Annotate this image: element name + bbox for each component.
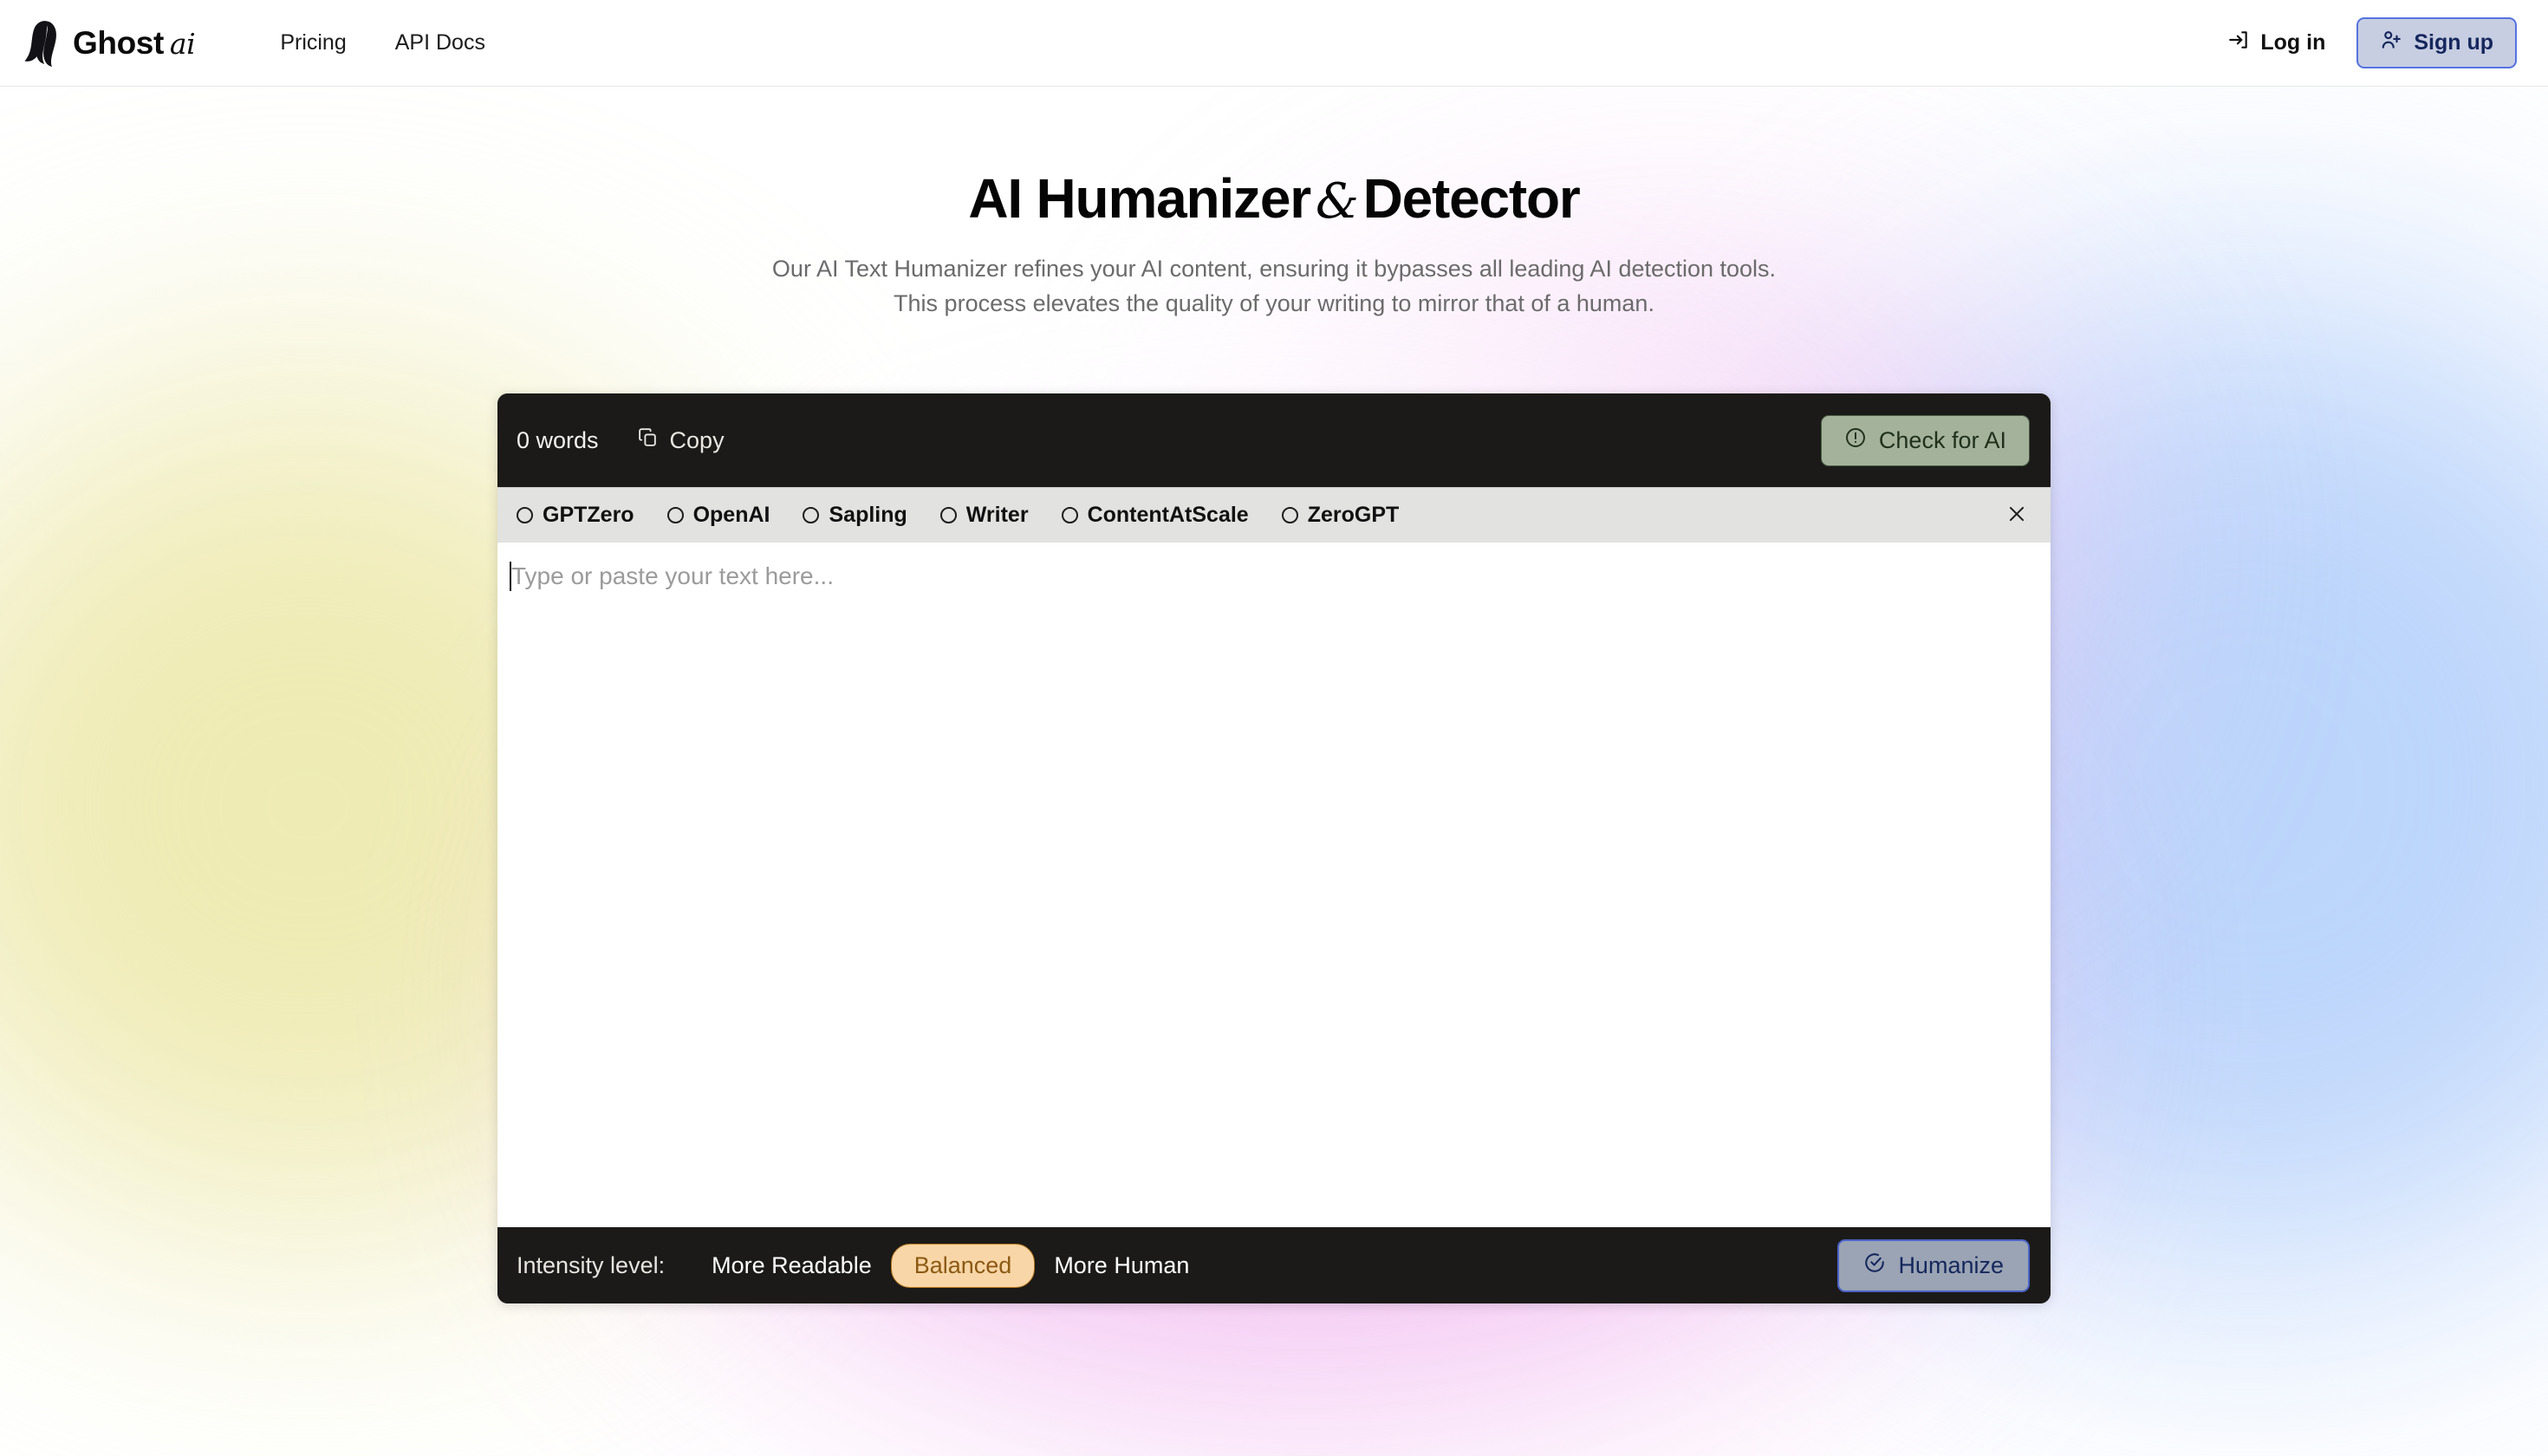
login-arrow-icon — [2227, 29, 2250, 57]
header-actions: Log in Sign up — [2219, 17, 2517, 68]
radio-circle-icon — [517, 507, 533, 524]
intensity-option-balanced[interactable]: Balanced — [890, 1243, 1036, 1288]
word-count: 0 words — [517, 426, 599, 453]
humanize-label: Humanize — [1898, 1251, 2004, 1278]
editor-first-line: Type or paste your text here... — [497, 562, 2051, 592]
detector-openai[interactable]: OpenAI — [666, 503, 770, 528]
nav-item-api-docs[interactable]: API Docs — [371, 22, 510, 64]
detector-label: Writer — [965, 503, 1029, 528]
copy-label: Copy — [669, 426, 725, 453]
intensity-level-label: Intensity level: — [517, 1251, 666, 1278]
page-subtitle-line-1: Our AI Text Humanizer refines your AI co… — [771, 256, 1777, 283]
intensity-option-more-human[interactable]: More Human — [1035, 1244, 1208, 1288]
page-title-part2: Detector — [1362, 167, 1581, 230]
page-title-ampersand: & — [1315, 173, 1359, 230]
editor-card-area: 0 words Copy Check for AI GPTZero OpenAI… — [0, 393, 2548, 1304]
brand-logo-link[interactable]: Ghost ai — [23, 18, 196, 68]
detector-label: Sapling — [829, 503, 907, 528]
main-nav: Pricing API Docs — [256, 22, 510, 64]
user-plus-icon — [2380, 29, 2402, 57]
detector-label: ContentAtScale — [1087, 503, 1249, 528]
radio-circle-icon — [803, 507, 820, 524]
page-title: AI Humanizer &Detector — [0, 167, 2548, 230]
close-detector-row-button[interactable] — [2000, 497, 2033, 533]
text-editor-surface[interactable]: Type or paste your text here... — [497, 543, 2051, 1228]
detector-label: GPTZero — [543, 503, 634, 528]
alert-circle-icon — [1844, 426, 1867, 455]
copy-button[interactable]: Copy — [630, 421, 731, 459]
sign-up-button[interactable]: Sign up — [2356, 17, 2517, 68]
check-for-ai-label: Check for AI — [1878, 426, 2006, 453]
copy-icon — [637, 426, 659, 454]
log-in-label: Log in — [2260, 30, 2326, 55]
detector-label: ZeroGPT — [1307, 503, 1400, 528]
detector-writer[interactable]: Writer — [939, 503, 1029, 528]
detector-gptzero[interactable]: GPTZero — [517, 503, 634, 528]
ghost-icon — [23, 18, 62, 68]
radio-circle-icon — [939, 507, 957, 524]
detector-label: OpenAI — [692, 503, 770, 528]
page-subtitle-line-2: This process elevates the quality of you… — [894, 290, 1654, 317]
brand-name: Ghost ai — [73, 24, 196, 61]
detector-list: GPTZero OpenAI Sapling Writer ContentAtS… — [497, 487, 2051, 543]
close-icon — [2005, 503, 2028, 528]
humanize-button[interactable]: Humanize — [1837, 1238, 2030, 1292]
page-title-part1: AI Humanizer — [968, 167, 1311, 230]
check-circle-icon — [1863, 1251, 1886, 1280]
hero-section: AI Humanizer &Detector Our AI Text Humani… — [0, 87, 2548, 322]
nav-item-pricing[interactable]: Pricing — [256, 22, 370, 64]
detector-sapling[interactable]: Sapling — [803, 503, 907, 528]
radio-circle-icon — [666, 507, 684, 524]
editor-toolbar: 0 words Copy Check for AI — [497, 393, 2051, 488]
detector-contentatscale[interactable]: ContentAtScale — [1061, 503, 1249, 528]
site-header: Ghost ai Pricing API Docs Log in Sign up — [0, 0, 2548, 87]
brand-ai-suffix: ai — [169, 26, 196, 61]
page-subtitle: Our AI Text Humanizer refines your AI co… — [0, 252, 2548, 322]
radio-circle-icon — [1061, 507, 1078, 524]
intensity-option-more-readable[interactable]: More Readable — [692, 1244, 891, 1288]
editor-placeholder: Type or paste your text here... — [511, 562, 834, 590]
detector-zerogpt[interactable]: ZeroGPT — [1281, 503, 1400, 528]
log-in-button[interactable]: Log in — [2219, 22, 2334, 64]
editor-bottom-bar: Intensity level: More Readable Balanced … — [497, 1227, 2051, 1304]
editor-card: 0 words Copy Check for AI GPTZero OpenAI… — [497, 393, 2051, 1304]
radio-circle-icon — [1281, 507, 1298, 524]
sign-up-label: Sign up — [2414, 30, 2493, 55]
check-for-ai-button[interactable]: Check for AI — [1820, 414, 2030, 466]
